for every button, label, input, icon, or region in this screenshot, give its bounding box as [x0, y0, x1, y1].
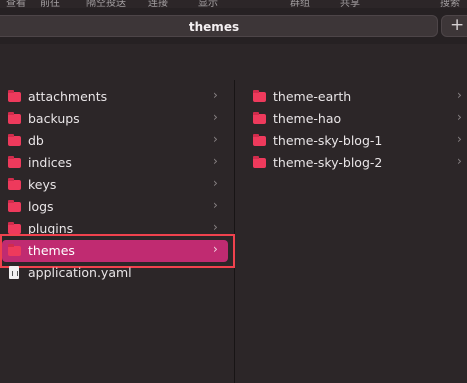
list-item-theme-sky-blog-1[interactable]: theme-sky-blog-1 › [235, 130, 467, 152]
item-label: indices [28, 155, 72, 170]
item-label: theme-hao [273, 111, 342, 126]
item-label: theme-sky-blog-2 [273, 155, 383, 170]
folder-icon [253, 134, 266, 146]
item-label: db [28, 133, 44, 148]
chevron-right-icon: › [457, 110, 462, 124]
item-label: theme-sky-blog-1 [273, 133, 383, 148]
list-item-keys[interactable]: keys › [0, 174, 234, 196]
toolbar-item-display[interactable]: 显示 [198, 0, 218, 8]
folder-icon [8, 134, 21, 146]
folder-icon [253, 90, 266, 102]
toolbar-item-group[interactable]: 群组 [290, 0, 310, 8]
list-item-backups[interactable]: backups › [0, 108, 234, 130]
chevron-right-icon: › [213, 132, 218, 146]
list-item-attachments[interactable]: attachments › [0, 86, 234, 108]
item-label: attachments [28, 89, 108, 104]
list-item-application-yaml[interactable]: application.yaml [0, 262, 234, 284]
folder-icon [253, 156, 266, 168]
chevron-right-icon: › [213, 220, 218, 234]
list-item-logs[interactable]: logs › [0, 196, 234, 218]
chevron-right-icon: › [213, 198, 218, 212]
toolbar: 查看 前往 隔空投送 连接 显示 群组 共享 搜索 [0, 0, 467, 8]
toolbar-item-search[interactable]: 搜索 [440, 0, 460, 8]
list-item-theme-hao[interactable]: theme-hao › [235, 108, 467, 130]
chevron-right-icon: › [213, 88, 218, 102]
item-label: keys [28, 177, 57, 192]
column-browser: attachments › backups › db › indices › k… [0, 44, 467, 383]
chevron-right-icon: › [213, 176, 218, 190]
toolbar-item-connect[interactable]: 连接 [148, 0, 168, 8]
tab-bar: themes + [0, 8, 467, 44]
folder-icon [8, 156, 21, 168]
item-label: application.yaml [28, 265, 132, 280]
folder-icon [8, 178, 21, 190]
list-item-db[interactable]: db › [0, 130, 234, 152]
tab-title: themes [188, 20, 240, 34]
toolbar-item-airdrop[interactable]: 隔空投送 [86, 0, 126, 8]
item-label: theme-earth [273, 89, 352, 104]
add-tab-button[interactable]: + [441, 15, 467, 37]
list-item-indices[interactable]: indices › [0, 152, 234, 174]
chevron-right-icon: › [457, 88, 462, 102]
folder-icon [253, 112, 266, 124]
folder-icon [8, 112, 21, 124]
toolbar-item-view[interactable]: 查看 [6, 0, 26, 8]
folder-icon [8, 200, 21, 212]
list-item-theme-sky-blog-2[interactable]: theme-sky-blog-2 › [235, 152, 467, 174]
document-icon [9, 266, 19, 279]
item-label: logs [28, 199, 54, 214]
chevron-right-icon: › [213, 154, 218, 168]
item-label: backups [28, 111, 80, 126]
folder-icon [8, 222, 21, 234]
tab-themes[interactable]: themes [0, 15, 438, 37]
list-item-theme-earth[interactable]: theme-earth › [235, 86, 467, 108]
chevron-right-icon: › [457, 132, 462, 146]
folder-icon [8, 90, 21, 102]
chevron-right-icon: › [213, 110, 218, 124]
chevron-right-icon: › [457, 154, 462, 168]
toolbar-item-go[interactable]: 前往 [40, 0, 60, 8]
item-label: plugins [28, 221, 74, 234]
toolbar-item-share[interactable]: 共享 [340, 0, 360, 8]
plus-icon: + [450, 15, 465, 35]
